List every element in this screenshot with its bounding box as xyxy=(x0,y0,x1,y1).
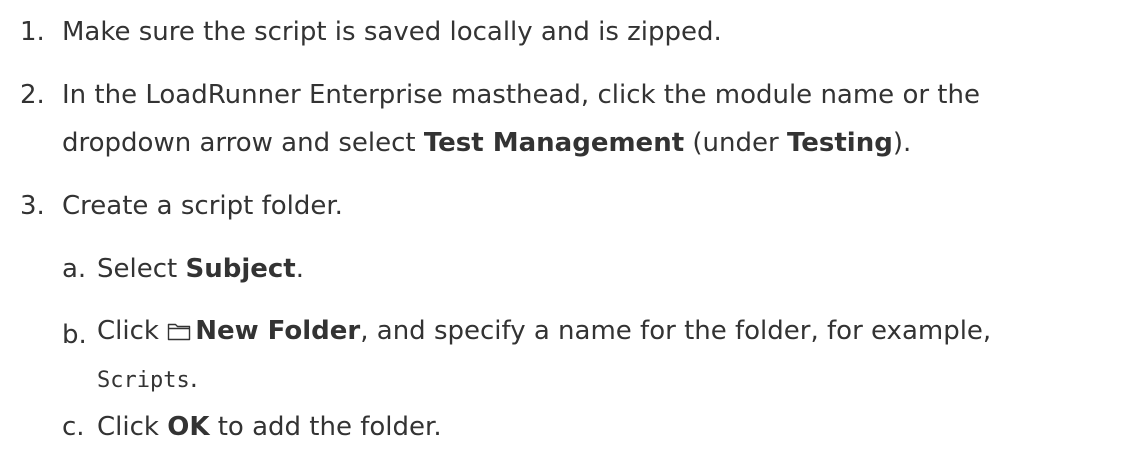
substep-letter: b. xyxy=(62,320,87,350)
ui-term-subject: Subject xyxy=(185,254,296,284)
substep-text: Click New Folder, and specify a name for… xyxy=(97,316,992,394)
substep-letter: a. xyxy=(62,254,87,284)
step-text: Make sure the script is saved locally an… xyxy=(62,17,722,47)
step-number: 2. xyxy=(20,80,45,110)
substep-text: Click OK to add the folder. xyxy=(97,412,442,442)
folder-icon xyxy=(168,323,191,341)
step-text: In the LoadRunner Enterprise masthead, c… xyxy=(62,80,980,158)
ui-term-new-folder: New Folder xyxy=(195,316,361,346)
ui-term-testing: Testing xyxy=(786,128,893,158)
substep-text: Select Subject. xyxy=(97,254,304,284)
ui-term-test-management: Test Management xyxy=(423,128,685,158)
step-number: 3. xyxy=(20,191,45,221)
procedure-document: 1. Make sure the script is saved locally… xyxy=(0,0,1129,464)
code-example: Scripts xyxy=(97,368,190,393)
step-text: Create a script folder. xyxy=(62,191,343,221)
ui-term-ok: OK xyxy=(167,412,210,442)
substep-letter: c. xyxy=(62,412,85,442)
step-number: 1. xyxy=(20,17,45,47)
